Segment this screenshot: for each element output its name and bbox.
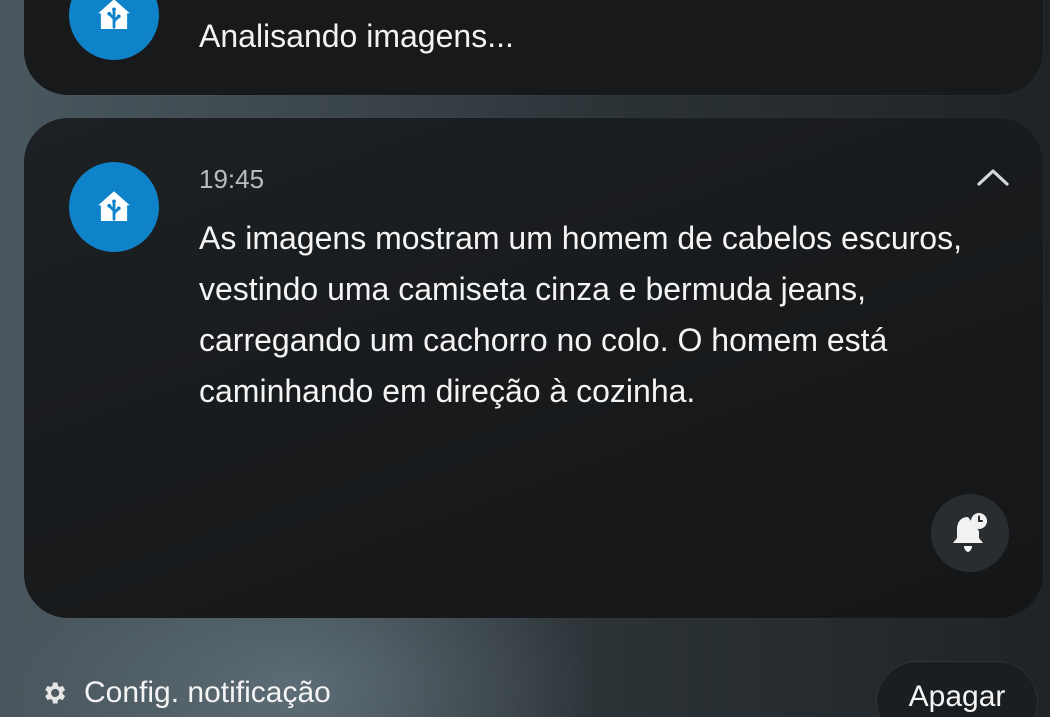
- previous-notification-text: Analisando imagens...: [199, 18, 514, 54]
- home-assistant-icon: [69, 162, 159, 252]
- home-assistant-icon: [69, 0, 159, 60]
- notification-settings-link[interactable]: Config. notificação: [40, 676, 331, 710]
- clear-label: Apagar: [908, 680, 1006, 713]
- notification-card[interactable]: 19:45 As imagens mostram um homem de cab…: [24, 118, 1043, 618]
- clear-button[interactable]: Apagar: [877, 662, 1037, 717]
- gear-icon: [40, 679, 68, 707]
- snooze-button[interactable]: [931, 494, 1009, 572]
- previous-notification-card[interactable]: Analisando imagens...: [24, 0, 1043, 95]
- chevron-up-icon[interactable]: [973, 162, 1013, 192]
- notification-time: 19:45: [199, 164, 265, 194]
- notification-message: As imagens mostram um homem de cabelos e…: [199, 220, 962, 409]
- bell-snooze-icon: [953, 513, 987, 552]
- settings-label: Config. notificação: [84, 676, 331, 709]
